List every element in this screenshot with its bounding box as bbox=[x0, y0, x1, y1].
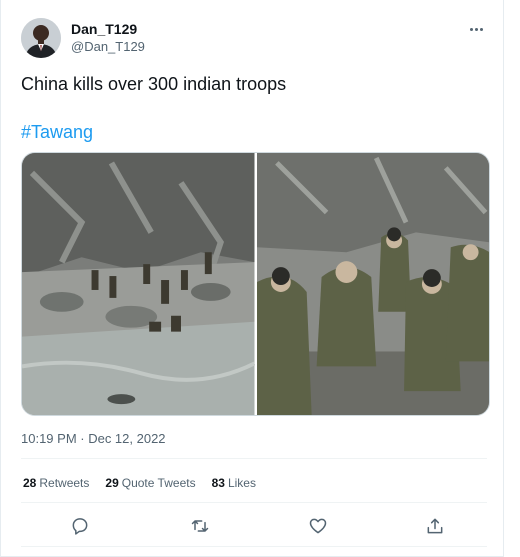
likes-stat[interactable]: 83 Likes bbox=[212, 475, 256, 491]
reply-icon bbox=[72, 518, 88, 535]
tweet-stats: 28 Retweets 29 Quote Tweets 83 Likes bbox=[23, 475, 256, 491]
like-button[interactable] bbox=[305, 513, 331, 539]
tweet-card: Dan_T129 @Dan_T129 China kills over 300 … bbox=[0, 0, 504, 557]
avatar[interactable] bbox=[21, 18, 61, 58]
tweet-header: Dan_T129 @Dan_T129 bbox=[21, 16, 487, 64]
divider bbox=[21, 458, 487, 459]
more-options-icon[interactable] bbox=[465, 20, 487, 38]
display-name[interactable]: Dan_T129 bbox=[71, 20, 145, 38]
author-names: Dan_T129 @Dan_T129 bbox=[71, 20, 145, 56]
tweet-timestamp[interactable]: 10:19 PM · Dec 12, 2022 bbox=[21, 431, 166, 447]
hashtag-link[interactable]: #Tawang bbox=[21, 120, 93, 144]
likes-label: Likes bbox=[227, 476, 256, 490]
retweet-button[interactable] bbox=[187, 513, 213, 539]
tweet-photo-2[interactable] bbox=[256, 153, 489, 415]
tweet-text: China kills over 300 indian troops bbox=[21, 74, 287, 94]
like-icon bbox=[309, 518, 327, 534]
retweets-label: Retweets bbox=[39, 476, 90, 490]
reply-button[interactable] bbox=[67, 513, 93, 539]
likes-count: 83 bbox=[211, 476, 225, 490]
divider bbox=[21, 546, 487, 547]
user-handle[interactable]: @Dan_T129 bbox=[71, 38, 145, 56]
retweets-stat[interactable]: 28 Retweets bbox=[23, 475, 89, 491]
retweet-icon bbox=[191, 520, 209, 532]
share-icon bbox=[427, 518, 443, 534]
divider bbox=[21, 502, 487, 503]
tweet-media bbox=[21, 152, 490, 416]
share-button[interactable] bbox=[422, 513, 448, 539]
tweet-photo-1[interactable] bbox=[22, 153, 255, 415]
quote-tweets-stat[interactable]: 29 Quote Tweets bbox=[105, 475, 195, 491]
quote-tweets-label: Quote Tweets bbox=[121, 476, 196, 490]
retweets-count: 28 bbox=[23, 476, 37, 490]
tweet-actions bbox=[21, 513, 487, 539]
quote-tweets-count: 29 bbox=[105, 476, 119, 490]
